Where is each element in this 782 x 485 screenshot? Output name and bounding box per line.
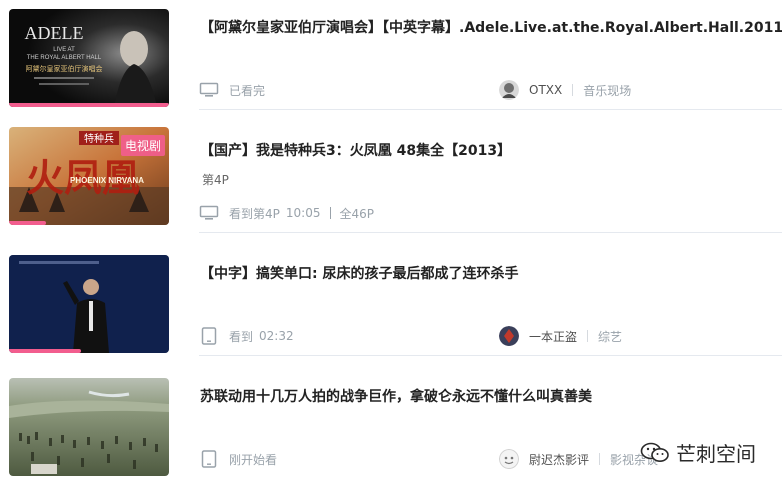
- watch-progress-fill: [9, 349, 81, 353]
- uploader-name[interactable]: 一本正盗: [529, 328, 577, 345]
- category-label[interactable]: 综艺: [598, 328, 622, 345]
- uploader[interactable]: OTXX 音乐现场: [499, 79, 631, 101]
- video-title[interactable]: 苏联动用十几万人拍的战争巨作，拿破仑永远不懂什么叫真善美: [200, 386, 592, 406]
- thumb-subtitle-text: THE ROYAL ALBERT HALL: [27, 55, 102, 61]
- desktop-icon: [199, 204, 219, 222]
- video-title[interactable]: 【国产】我是特种兵3：火凤凰 48集全【2013】: [200, 140, 511, 160]
- watch-meta: 已看完: [199, 80, 271, 100]
- watch-status: 已看完: [229, 83, 266, 98]
- video-title[interactable]: 【阿黛尔皇家亚伯厅演唱会】【中英字幕】.Adele.Live.at.the.Ro…: [200, 17, 782, 37]
- watch-progress-fill: [9, 103, 169, 107]
- divider: [330, 207, 332, 219]
- video-thumbnail[interactable]: [9, 378, 169, 476]
- watch-progress-fill: [9, 221, 46, 225]
- thumb-subtitle-text: PHOENIX NIRVANA: [70, 176, 144, 185]
- video-title[interactable]: 【中字】搞笑单口: 尿床的孩子最后都成了连环杀手: [200, 263, 518, 283]
- history-item[interactable]: 【中字】搞笑单口: 尿床的孩子最后都成了连环杀手 看到 02:32 一本正盗 综…: [0, 233, 782, 356]
- divider: [599, 453, 601, 465]
- watch-progress: [9, 103, 169, 107]
- watch-status: 看到第4P: [229, 206, 280, 221]
- history-item[interactable]: 火凤凰 特种兵 PHOENIX NIRVANA 电视剧 【国产】我是特种兵3：火…: [0, 110, 782, 233]
- watermark-text: 芒刺空间: [676, 442, 756, 466]
- watch-time: 10:05: [285, 206, 321, 220]
- avatar[interactable]: [499, 326, 519, 346]
- video-thumbnail[interactable]: 火凤凰 特种兵 PHOENIX NIRVANA 电视剧: [9, 127, 169, 225]
- video-thumbnail[interactable]: ADELE LIVE AT THE ROYAL ALBERT HALL 阿黛尔皇…: [9, 9, 169, 107]
- thumb-subtitle-text: LIVE AT: [53, 47, 75, 53]
- part-label: 第4P: [202, 173, 229, 187]
- watch-status: 看到: [229, 329, 254, 344]
- tablet-icon: [199, 450, 219, 468]
- watch-meta: 刚开始看: [199, 449, 283, 469]
- watch-meta: 看到第4P 10:05 全46P: [199, 203, 380, 223]
- category-label[interactable]: 音乐现场: [583, 82, 631, 99]
- watch-progress: [9, 221, 169, 225]
- uploader-name[interactable]: 尉迟杰影评: [529, 451, 589, 468]
- category-badge: 电视剧: [120, 135, 165, 156]
- tablet-icon: [199, 327, 219, 345]
- video-thumbnail[interactable]: [9, 255, 169, 353]
- thumb-caption-text: 特种兵: [84, 132, 114, 145]
- uploader-name[interactable]: OTXX: [529, 83, 562, 97]
- watch-progress: [9, 349, 169, 353]
- watch-status: 刚开始看: [229, 452, 278, 467]
- history-item[interactable]: ADELE LIVE AT THE ROYAL ALBERT HALL 阿黛尔皇…: [0, 0, 782, 110]
- total-parts: 全46P: [339, 206, 374, 221]
- uploader[interactable]: 尉迟杰影评 影视杂谈: [499, 448, 658, 470]
- thumb-title-text: ADELE: [25, 23, 84, 43]
- thumb-caption-text: 阿黛尔皇家亚伯厅演唱会: [26, 64, 103, 73]
- watch-time: 02:32: [259, 329, 294, 343]
- divider: [587, 330, 589, 342]
- desktop-icon: [199, 81, 219, 99]
- watch-meta: 看到 02:32: [199, 326, 300, 346]
- divider: [572, 84, 574, 96]
- avatar[interactable]: [499, 449, 519, 469]
- watermark: 芒刺空间: [640, 438, 756, 467]
- avatar[interactable]: [499, 80, 519, 100]
- watch-progress: [9, 472, 169, 476]
- wechat-icon: [640, 441, 670, 465]
- uploader[interactable]: 一本正盗 综艺: [499, 325, 622, 347]
